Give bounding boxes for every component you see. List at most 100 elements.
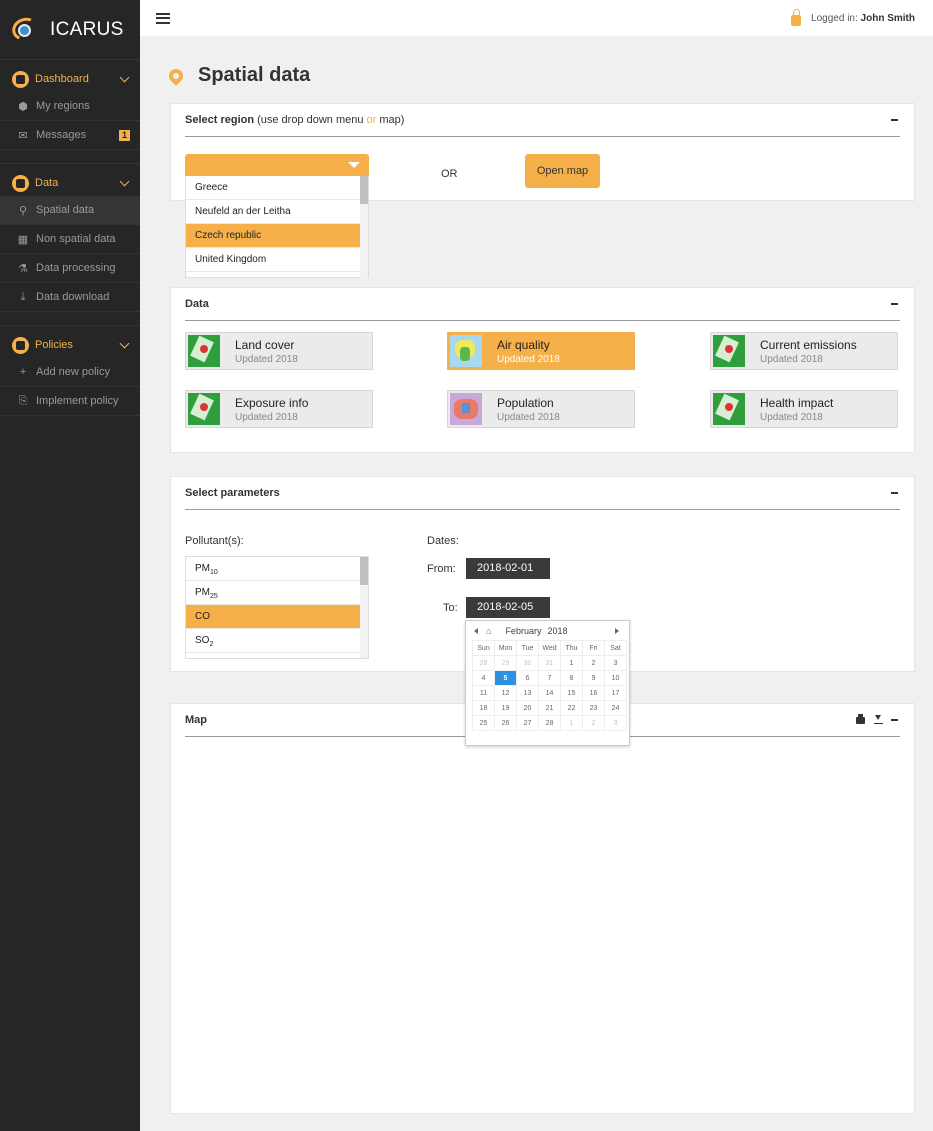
data-tile-air-quality[interactable]: Air quality Updated 2018 [447,332,635,370]
pollutant-option-pm25[interactable]: PM25 [186,581,360,605]
next-month-icon[interactable] [615,627,619,634]
minimize-icon[interactable] [891,303,898,305]
sidebar-item-label: Spatial data [36,204,95,216]
calendar-day[interactable]: 11 [472,685,495,701]
calendar-day[interactable]: 28 [538,715,561,731]
open-map-button[interactable]: Open map [525,154,600,188]
circle-icon: ⬢ [18,100,28,113]
minimize-icon[interactable] [891,719,898,721]
sidebar-item-implement-policy[interactable]: ⎘ Implement policy [0,387,140,416]
calendar-day[interactable]: 20 [516,700,539,716]
download-icon[interactable] [874,715,883,725]
hamburger-menu-icon[interactable] [156,12,170,24]
calendar-day[interactable]: 7 [538,670,561,686]
calendar-day[interactable]: 15 [560,685,583,701]
calendar-day[interactable]: 2 [582,655,605,671]
or-label: OR [441,168,458,180]
dropdown-option[interactable]: United Kingdom [186,248,360,272]
to-label: To: [443,602,458,614]
nav-head-dashboard[interactable]: Dashboard [0,66,140,92]
data-tile-health-impact[interactable]: Health impact Updated 2018 [710,390,898,428]
from-date-input[interactable]: 2018-02-01 [466,558,550,579]
calendar-day[interactable]: 10 [604,670,627,686]
minimize-icon[interactable] [891,492,898,494]
messages-badge: 1 [119,129,130,141]
app-name: ICARUS [50,18,124,40]
sidebar-item-label: Messages [36,129,87,141]
dropdown-scrollbar[interactable] [360,176,368,278]
calendar-week: 11 12 13 14 15 16 17 [472,685,627,701]
region-dropdown-toggle[interactable] [185,154,369,176]
calendar-day[interactable]: 3 [604,655,627,671]
emissions-map-icon [713,335,745,367]
data-tile-exposure-info[interactable]: Exposure info Updated 2018 [185,390,373,428]
pollutant-option-co[interactable]: CO [186,605,360,629]
pollutant-list[interactable]: PM10 PM25 CO SO2 [185,556,369,659]
calendar-day[interactable]: 16 [582,685,605,701]
calendar-day[interactable]: 13 [516,685,539,701]
dates-label: Dates: [427,535,459,547]
calendar-day[interactable]: 24 [604,700,627,716]
calendar-day[interactable]: 26 [494,715,517,731]
air-quality-map-icon [450,335,482,367]
calendar-day-today[interactable]: 5 [494,670,517,686]
previous-month-icon[interactable] [474,627,478,634]
sidebar-item-non-spatial-data[interactable]: ▦ Non spatial data [0,225,140,254]
region-dropdown[interactable]: Greece Neufeld an der Leitha Czech repub… [185,154,369,278]
calendar-month-year[interactable]: February 2018 [505,626,615,636]
region-dropdown-list[interactable]: Greece Neufeld an der Leitha Czech repub… [185,176,369,278]
sidebar-item-data-download[interactable]: ⤓ Data download [0,283,140,312]
data-tile-population[interactable]: Population Updated 2018 [447,390,635,428]
calendar-day[interactable]: 1 [560,655,583,671]
calendar-day[interactable]: 8 [560,670,583,686]
calendar-day[interactable]: 17 [604,685,627,701]
sidebar-item-spatial-data[interactable]: ⚲ Spatial data [0,196,140,225]
calendar-day[interactable]: 9 [582,670,605,686]
calendar-day[interactable]: 21 [538,700,561,716]
calendar-day[interactable]: 22 [560,700,583,716]
home-icon[interactable]: ⌂ [486,626,491,636]
calendar-day[interactable]: 4 [472,670,495,686]
data-tile-current-emissions[interactable]: Current emissions Updated 2018 [710,332,898,370]
map-canvas[interactable] [171,738,914,1113]
calendar-day[interactable]: 19 [494,700,517,716]
login-status[interactable]: Logged in: John Smith [811,13,915,24]
sidebar-item-add-new-policy[interactable]: + Add new policy [0,358,140,387]
pollutant-option-so2[interactable]: SO2 [186,629,360,653]
app-logo[interactable]: ICARUS [0,0,140,60]
calendar-day[interactable]: 18 [472,700,495,716]
chevron-down-icon [119,176,130,186]
data-panel-header: Data [185,288,900,321]
minimize-icon[interactable] [891,119,898,121]
calendar-day[interactable]: 6 [516,670,539,686]
dropdown-option[interactable]: Greece [186,176,360,200]
pollutant-scrollbar[interactable] [360,557,368,658]
dropdown-option[interactable]: Neufeld an der Leitha [186,200,360,224]
region-panel: Select region (use drop down menu or map… [170,103,915,278]
calendar-day[interactable]: 29 [494,655,517,671]
to-date-input[interactable]: 2018-02-05 [466,597,550,618]
data-tile-land-cover[interactable]: Land cover Updated 2018 [185,332,373,370]
calendar-day[interactable]: 25 [472,715,495,731]
sidebar-item-data-processing[interactable]: ⚗ Data processing [0,254,140,283]
calendar-day[interactable]: 12 [494,685,517,701]
nav-head-data[interactable]: Data [0,170,140,196]
calendar-day[interactable]: 2 [582,715,605,731]
calendar-day[interactable]: 31 [538,655,561,671]
calendar-day[interactable]: 3 [604,715,627,731]
chevron-down-icon [119,338,130,348]
calendar-day[interactable]: 1 [560,715,583,731]
calendar-day[interactable]: 28 [472,655,495,671]
nav-head-policies[interactable]: Policies [0,332,140,358]
calendar-day[interactable]: 27 [516,715,539,731]
sidebar-item-my-regions[interactable]: ⬢ My regions [0,92,140,121]
calendar-day[interactable]: 14 [538,685,561,701]
caret-down-icon [348,162,360,168]
calendar-day[interactable]: 23 [582,700,605,716]
calendar-day[interactable]: 30 [516,655,539,671]
dropdown-option-selected[interactable]: Czech republic [186,224,360,248]
pollutant-option-pm10[interactable]: PM10 [186,557,360,581]
sidebar-item-messages[interactable]: ✉ Messages 1 [0,121,140,150]
map-panel: Map [170,703,915,1114]
printer-icon[interactable] [856,713,865,724]
